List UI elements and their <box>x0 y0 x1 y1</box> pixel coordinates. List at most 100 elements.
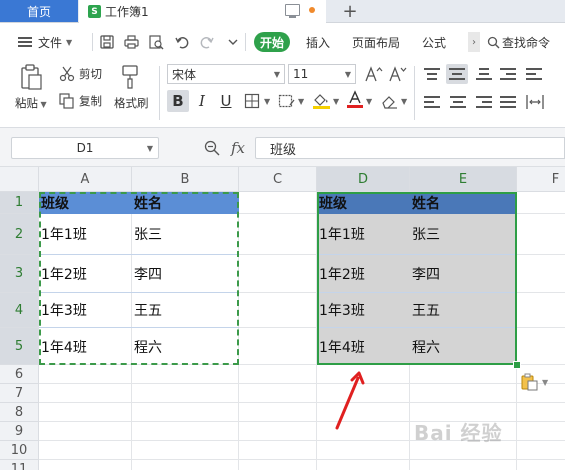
column-header-b[interactable]: B <box>132 167 239 192</box>
chevron-down-icon[interactable]: ▼ <box>333 97 339 106</box>
tab-start[interactable]: 开始 <box>254 32 290 52</box>
row-header-6[interactable]: 6 <box>0 365 39 384</box>
row-header-3[interactable]: 3 <box>0 255 39 293</box>
zoom-search-icon[interactable] <box>204 140 220 156</box>
copy-label: 复制 <box>79 94 102 108</box>
font-color-icon[interactable] <box>344 89 366 111</box>
fill-color-icon[interactable] <box>311 90 333 112</box>
spreadsheet-icon: S <box>88 5 101 18</box>
column-header-d[interactable]: D <box>317 167 410 192</box>
cut-button[interactable]: 剪切 <box>59 66 102 82</box>
clear-format-icon[interactable] <box>378 90 400 112</box>
row-header-11[interactable]: 11 <box>0 460 39 470</box>
formula-input[interactable]: 班级 <box>255 137 565 159</box>
copy-button[interactable]: 复制 <box>59 93 102 109</box>
paste-label: 粘贴 <box>15 96 38 110</box>
underline-icon[interactable]: U <box>215 90 237 112</box>
format-painter-icon[interactable] <box>120 64 142 90</box>
chevron-down-icon[interactable]: ▼ <box>298 97 304 106</box>
undo-icon[interactable] <box>174 34 190 50</box>
increase-font-icon[interactable] <box>363 63 385 85</box>
cell-a3[interactable]: 1年2班 <box>39 255 132 293</box>
paste-button[interactable]: 粘贴 ▼ <box>15 95 47 111</box>
justify-icon[interactable] <box>500 95 516 109</box>
tab-home[interactable]: 首页 <box>0 0 78 22</box>
chevron-down-icon[interactable]: ▼ <box>264 97 270 106</box>
name-box[interactable]: D1 ▼ <box>11 137 159 159</box>
command-search[interactable]: 查找命令 <box>484 32 565 52</box>
format-painter-button[interactable]: 格式刷 <box>114 95 149 111</box>
font-size-select[interactable]: 11 ▼ <box>288 64 356 84</box>
cell-a5[interactable]: 1年4班 <box>39 328 132 365</box>
align-center-icon[interactable] <box>450 95 466 109</box>
distributed-align-icon[interactable] <box>526 93 544 111</box>
cell-b1[interactable]: 姓名 <box>132 192 239 214</box>
align-middle-icon[interactable] <box>446 64 468 84</box>
save-icon[interactable] <box>99 34 115 50</box>
cell-b3[interactable]: 李四 <box>132 255 239 293</box>
column-header-f[interactable]: F <box>517 167 565 192</box>
chevron-down-icon: ▼ <box>66 37 73 47</box>
font-size-value: 11 <box>293 67 309 81</box>
cut-label: 剪切 <box>79 67 102 81</box>
align-top-icon[interactable] <box>424 67 440 81</box>
font-name-select[interactable]: 宋体 ▼ <box>167 64 285 84</box>
spreadsheet-grid[interactable]: A B C D E F 1 2 3 4 5 6 7 8 9 10 11 班级 姓… <box>0 167 565 470</box>
print-preview-icon[interactable] <box>148 34 164 50</box>
paste-icon[interactable] <box>19 64 43 90</box>
column-header-a[interactable]: A <box>39 167 132 192</box>
tab-page-layout[interactable]: 页面布局 <box>352 33 400 51</box>
row-header-8[interactable]: 8 <box>0 403 39 422</box>
watermark: Bai 经验 <box>414 421 503 445</box>
print-icon[interactable] <box>123 34 139 50</box>
column-header-c[interactable]: C <box>239 167 317 192</box>
align-right-icon[interactable] <box>476 95 492 109</box>
cell-a1[interactable]: 班级 <box>39 192 132 214</box>
chevron-down-icon: ▼ <box>344 70 351 79</box>
hamburger-menu-icon[interactable] <box>18 37 32 47</box>
row-header-4[interactable]: 4 <box>0 293 39 328</box>
row-header-2[interactable]: 2 <box>0 214 39 255</box>
cell-a2[interactable]: 1年1班 <box>39 214 132 255</box>
divider <box>245 33 246 51</box>
increase-indent-icon[interactable] <box>526 67 542 81</box>
cell-b4[interactable]: 王五 <box>132 293 239 328</box>
row-header-7[interactable]: 7 <box>0 384 39 403</box>
borders-icon[interactable] <box>241 90 263 112</box>
fill-handle[interactable] <box>513 361 521 369</box>
quick-access-dropdown-icon[interactable] <box>225 34 241 50</box>
search-icon <box>487 36 500 48</box>
insert-function-button[interactable]: fx <box>231 139 245 157</box>
merge-cells-icon[interactable] <box>276 90 298 112</box>
select-all-corner[interactable] <box>0 167 39 192</box>
chevron-down-icon[interactable]: ▼ <box>542 378 548 387</box>
align-left-icon[interactable] <box>424 95 440 109</box>
copy-icon <box>59 93 74 109</box>
align-bottom-icon[interactable] <box>476 67 492 81</box>
cell-b2[interactable]: 张三 <box>132 214 239 255</box>
more-tabs-button[interactable]: › <box>468 32 480 52</box>
scissors-icon <box>59 66 75 82</box>
cell-b5[interactable]: 程六 <box>132 328 239 365</box>
divider <box>92 33 93 51</box>
new-tab-button[interactable]: + <box>340 0 360 22</box>
paste-options-icon[interactable] <box>521 373 539 391</box>
tab-insert[interactable]: 插入 <box>306 33 330 51</box>
redo-icon[interactable] <box>199 34 215 50</box>
monitor-icon[interactable] <box>285 4 300 18</box>
file-menu-button[interactable]: 文件 ▼ <box>38 33 72 51</box>
row-header-1[interactable]: 1 <box>0 192 39 214</box>
row-header-5[interactable]: 5 <box>0 328 39 365</box>
cell-a4[interactable]: 1年3班 <box>39 293 132 328</box>
bold-icon[interactable]: B <box>167 90 189 112</box>
italic-icon[interactable]: I <box>191 90 213 112</box>
decrease-indent-icon[interactable] <box>500 67 516 81</box>
chevron-down-icon[interactable]: ▼ <box>366 97 372 106</box>
font-name-value: 宋体 <box>172 67 197 82</box>
chevron-down-icon[interactable]: ▼ <box>401 97 407 106</box>
row-header-10[interactable]: 10 <box>0 441 39 460</box>
column-header-e[interactable]: E <box>410 167 517 192</box>
tab-formulas[interactable]: 公式 <box>422 33 446 51</box>
row-header-9[interactable]: 9 <box>0 422 39 441</box>
decrease-font-icon[interactable] <box>387 63 409 85</box>
